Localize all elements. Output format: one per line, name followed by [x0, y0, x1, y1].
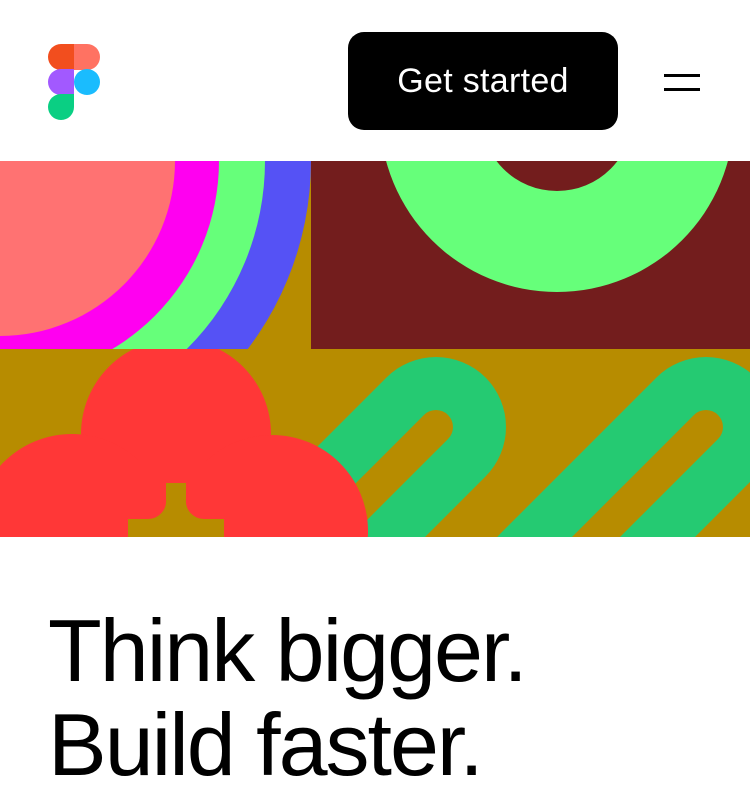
- get-started-button[interactable]: Get started: [348, 32, 618, 130]
- headline: Think bigger. Build faster.: [48, 604, 738, 792]
- figma-logo-icon[interactable]: [48, 44, 100, 120]
- site-header: Get started: [0, 0, 750, 161]
- headline-line-1: Think bigger.: [48, 601, 528, 700]
- abstract-shapes-illustration: [0, 161, 750, 537]
- arch-shape: [311, 161, 750, 349]
- headline-line-2: Build faster.: [48, 695, 484, 794]
- hamburger-menu-icon[interactable]: [660, 66, 704, 98]
- hero-artwork: [0, 161, 750, 537]
